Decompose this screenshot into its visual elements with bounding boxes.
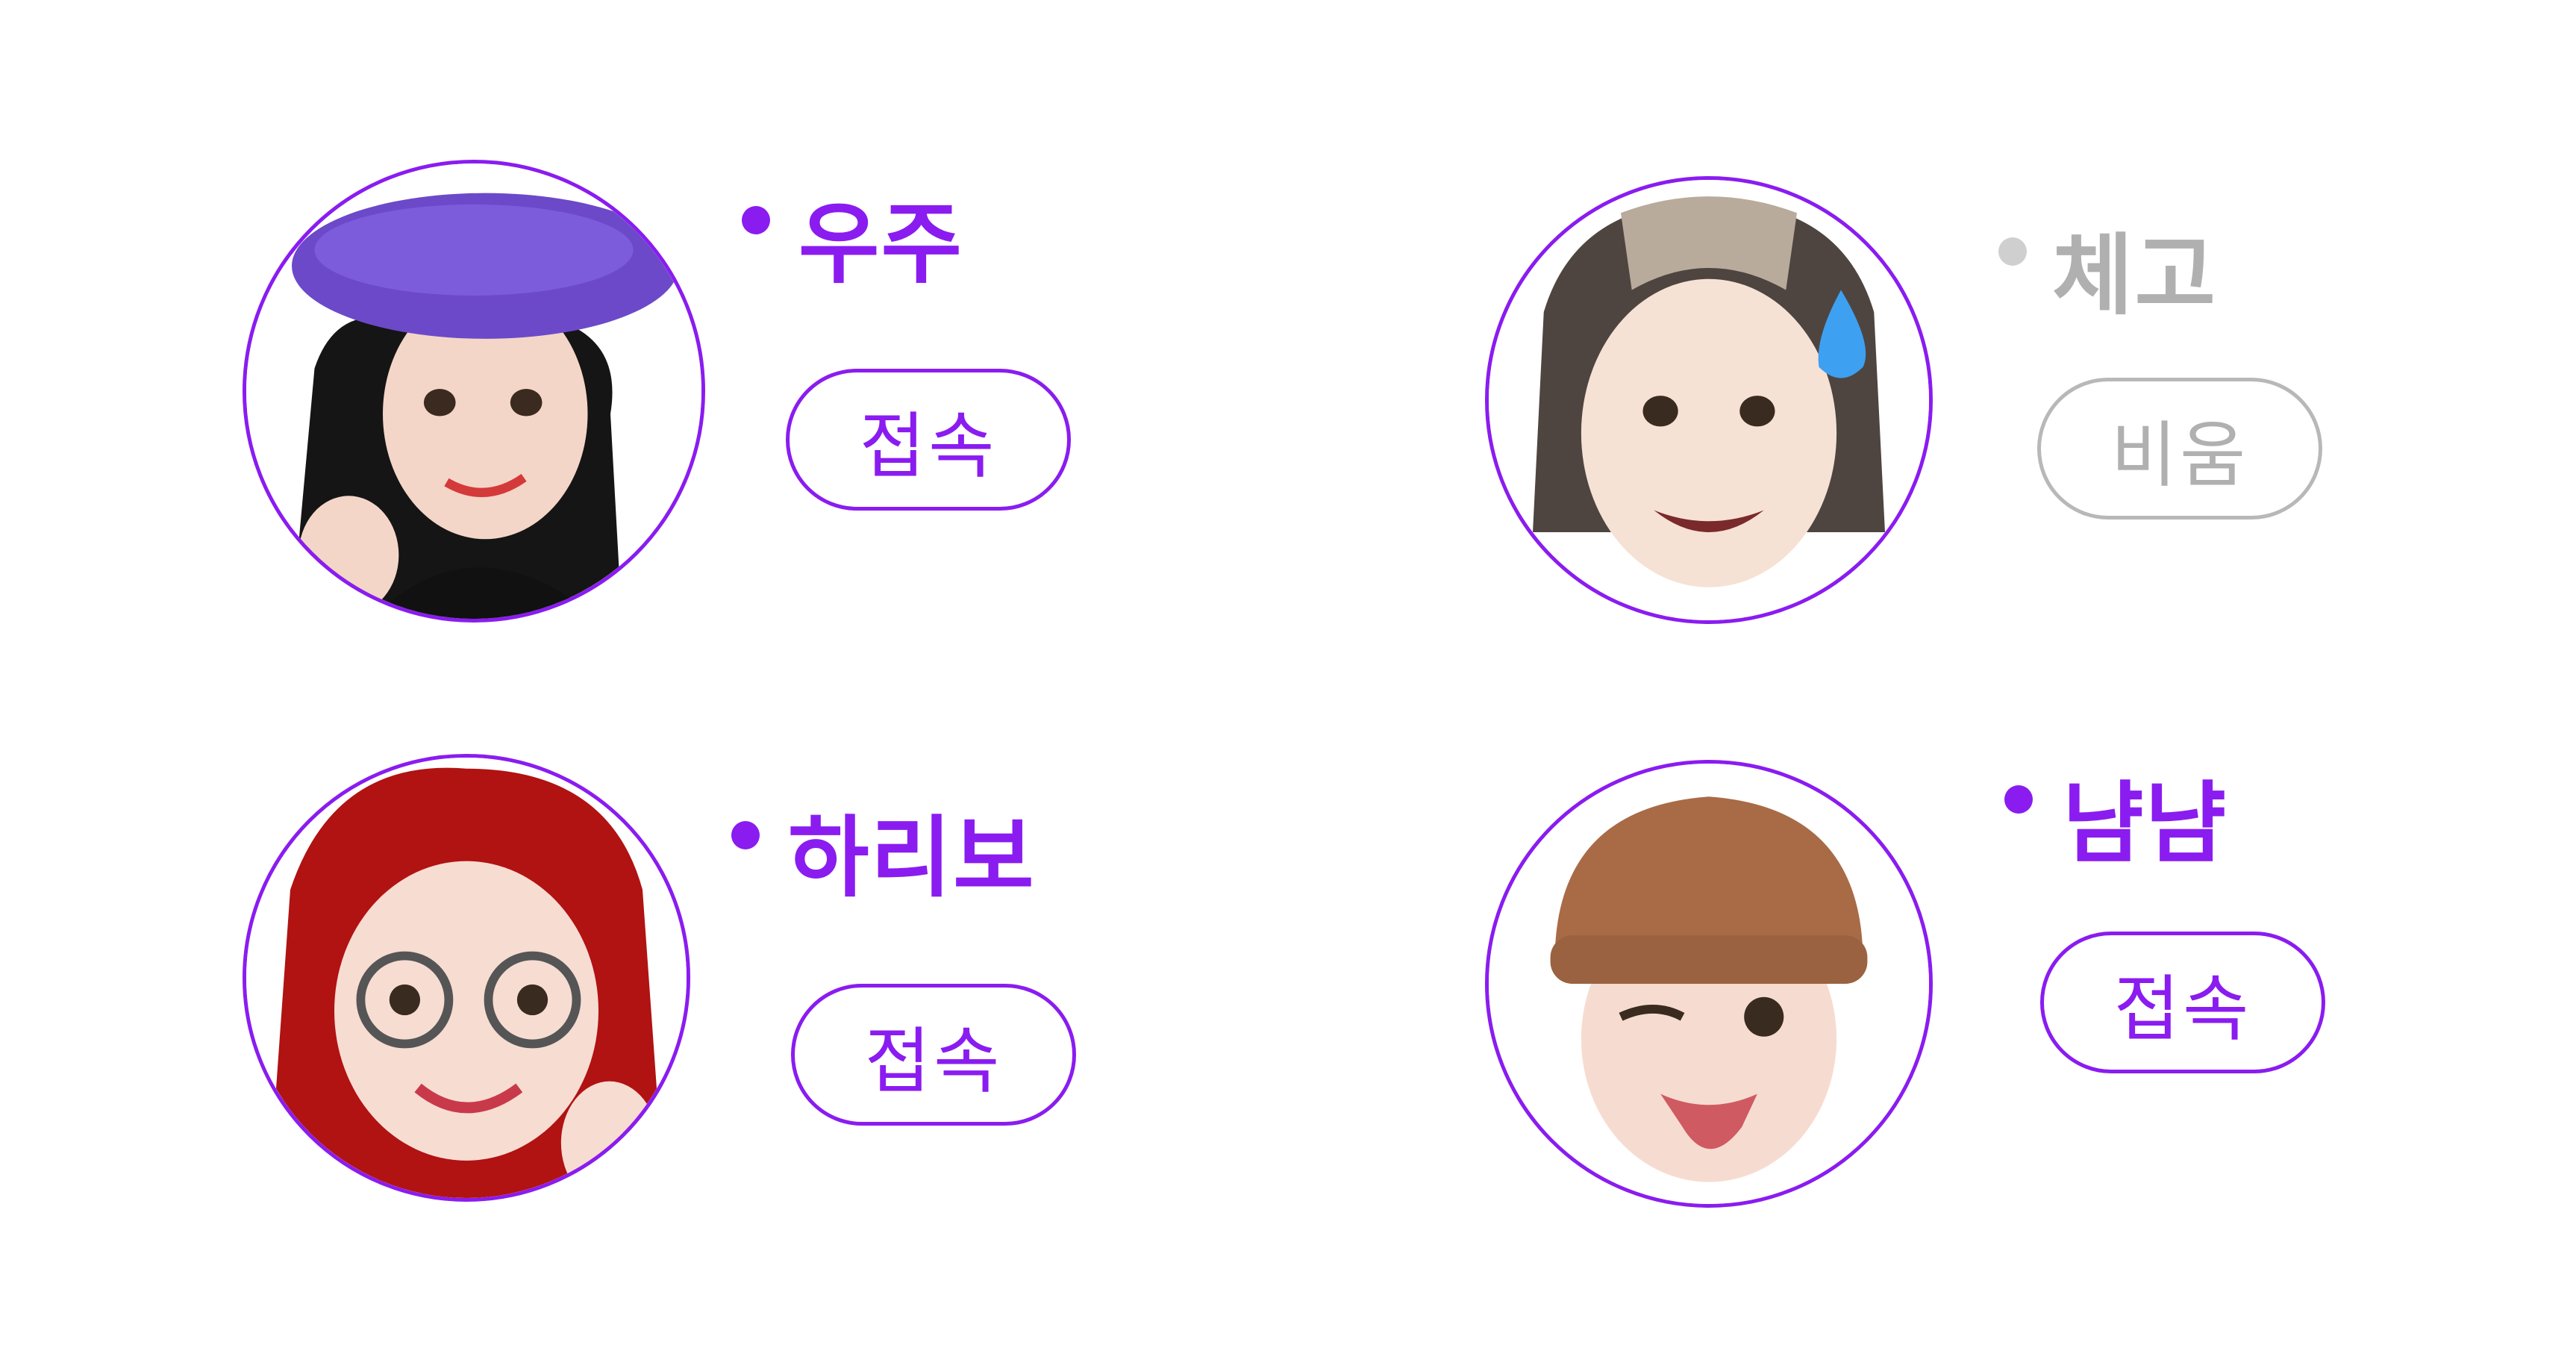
memoji-red-hair-glasses-icon [246,758,687,1198]
avatar[interactable] [243,754,690,1202]
avatar[interactable] [243,160,705,623]
user-name: 체고 [2052,224,2218,327]
user-name: 하리보 [788,806,1036,909]
memoji-sweat-drop-icon [1489,180,1929,620]
memoji-purple-beret-icon [246,163,701,619]
user-name: 냠냠 [2063,772,2228,875]
status-button[interactable]: 접속 [791,984,1076,1126]
user-name: 우주 [798,193,964,296]
avatar[interactable] [1485,176,1933,624]
memoji-brown-beanie-wink-icon [1489,764,1929,1204]
avatar[interactable] [1485,760,1933,1208]
status-dot-icon [1998,237,2027,266]
status-dot-icon [2004,785,2033,814]
status-dot-icon [731,821,760,849]
status-button[interactable]: 접속 [2040,932,2325,1073]
status-button[interactable]: 접속 [786,369,1071,511]
status-dot-icon [742,206,770,234]
status-button[interactable]: 비움 [2037,378,2322,520]
